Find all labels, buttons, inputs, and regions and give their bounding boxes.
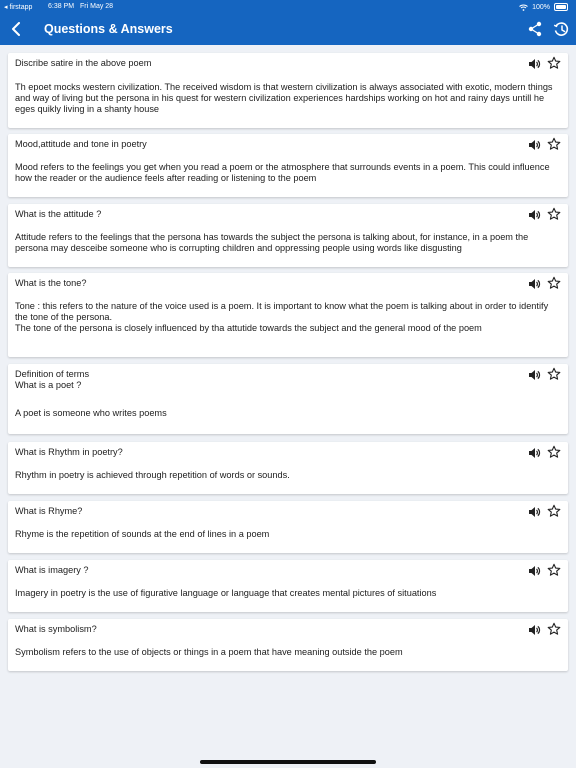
answer-text: Mood refers to the feelings you get when… <box>15 162 550 183</box>
speaker-icon <box>529 59 541 69</box>
home-indicator <box>200 760 376 764</box>
status-time: 6:38 PM <box>48 3 75 10</box>
speaker-icon <box>529 140 541 150</box>
app-bar: Questions & Answers <box>0 14 576 45</box>
star-outline-icon <box>547 207 561 220</box>
answer-text: Imagery in poetry is the use of figurati… <box>15 588 437 598</box>
status-date: Fri May 28 <box>80 3 114 10</box>
answer-text: Th epoet mocks western civilization. The… <box>15 82 553 114</box>
star-outline-icon <box>547 56 561 69</box>
speaker-icon <box>529 370 541 380</box>
favorite-button[interactable] <box>547 207 561 221</box>
speaker-icon <box>529 210 541 220</box>
favorite-button[interactable] <box>547 56 561 70</box>
qa-card[interactable]: What is Rhythm in poetry? Rhythm in poetr… <box>8 442 568 494</box>
question-text: What is Rhythm in poetry? <box>15 447 123 457</box>
speak-button[interactable] <box>527 277 541 291</box>
page-title: Questions & Answers <box>44 22 173 36</box>
speak-button[interactable] <box>527 623 541 637</box>
star-outline-icon <box>547 504 561 517</box>
favorite-button[interactable] <box>547 137 561 151</box>
battery-icon <box>554 3 568 11</box>
share-icon <box>528 21 542 37</box>
speak-button[interactable] <box>527 368 541 382</box>
answer-text: Rhythm in poetry is achieved through rep… <box>15 470 290 480</box>
history-icon <box>553 22 569 36</box>
qa-card[interactable]: What is Rhyme? Rhyme is the repetition of… <box>8 501 568 553</box>
star-outline-icon <box>547 137 561 150</box>
question-text: Discribe satire in the above poem <box>15 58 152 68</box>
favorite-button[interactable] <box>547 563 561 577</box>
status-carrier: ◂ firstapp <box>4 4 33 11</box>
question-text: What is Rhyme? <box>15 506 83 516</box>
star-outline-icon <box>547 445 561 458</box>
qa-card[interactable]: Definition of terms What is a poet ? A po… <box>8 364 568 434</box>
speaker-icon <box>529 507 541 517</box>
question-text: What is symbolism? <box>15 624 97 634</box>
favorite-button[interactable] <box>547 622 561 636</box>
question-text: What is imagery ? <box>15 565 89 575</box>
question-text: Mood,attitude and tone in poetry <box>15 139 147 149</box>
battery-percent: 100% <box>532 3 550 11</box>
history-button[interactable] <box>552 20 570 38</box>
favorite-button[interactable] <box>547 367 561 381</box>
speak-button[interactable] <box>527 446 541 460</box>
star-outline-icon <box>547 276 561 289</box>
qa-card[interactable]: What is symbolism? Symbolism refers to th… <box>8 619 568 671</box>
star-outline-icon <box>547 563 561 576</box>
star-outline-icon <box>547 367 561 380</box>
wifi-icon <box>519 4 528 11</box>
speak-button[interactable] <box>527 57 541 71</box>
answer-text: Rhyme is the repetition of sounds at the… <box>15 529 270 539</box>
speaker-icon <box>529 279 541 289</box>
speak-button[interactable] <box>527 505 541 519</box>
speaker-icon <box>529 566 541 576</box>
speak-button[interactable] <box>527 138 541 152</box>
question-text: Definition of terms What is a poet ? <box>15 369 90 390</box>
qa-card[interactable]: What is imagery ? Imagery in poetry is th… <box>8 560 568 612</box>
status-bar: ◂ firstapp 6:38 PM Fri May 28 100% <box>0 0 576 14</box>
question-text: What is the tone? <box>15 278 87 288</box>
question-text: What is the attitude ? <box>15 209 102 219</box>
answer-text: A poet is someone who writes poems <box>15 408 167 418</box>
share-button[interactable] <box>526 20 544 38</box>
speaker-icon <box>529 625 541 635</box>
answer-text: Attitude refers to the feelings that the… <box>15 232 529 253</box>
speak-button[interactable] <box>527 564 541 578</box>
status-right: 100% <box>519 3 568 11</box>
qa-card[interactable]: What is the tone? Tone : this refers to t… <box>8 273 568 357</box>
favorite-button[interactable] <box>547 445 561 459</box>
speak-button[interactable] <box>527 208 541 222</box>
answer-text: Symbolism refers to the use of objects o… <box>15 647 403 657</box>
qa-card[interactable]: Discribe satire in the above poem Th epoe… <box>8 53 568 128</box>
star-outline-icon <box>547 622 561 635</box>
speaker-icon <box>529 448 541 458</box>
qa-card[interactable]: Mood,attitude and tone in poetry Mood ref… <box>8 134 568 197</box>
answer-text: Tone : this refers to the nature of the … <box>15 301 549 333</box>
chevron-left-icon <box>12 22 20 36</box>
qa-card[interactable]: What is the attitude ? Attitude refers to… <box>8 204 568 267</box>
favorite-button[interactable] <box>547 504 561 518</box>
favorite-button[interactable] <box>547 276 561 290</box>
back-button[interactable] <box>6 19 26 39</box>
